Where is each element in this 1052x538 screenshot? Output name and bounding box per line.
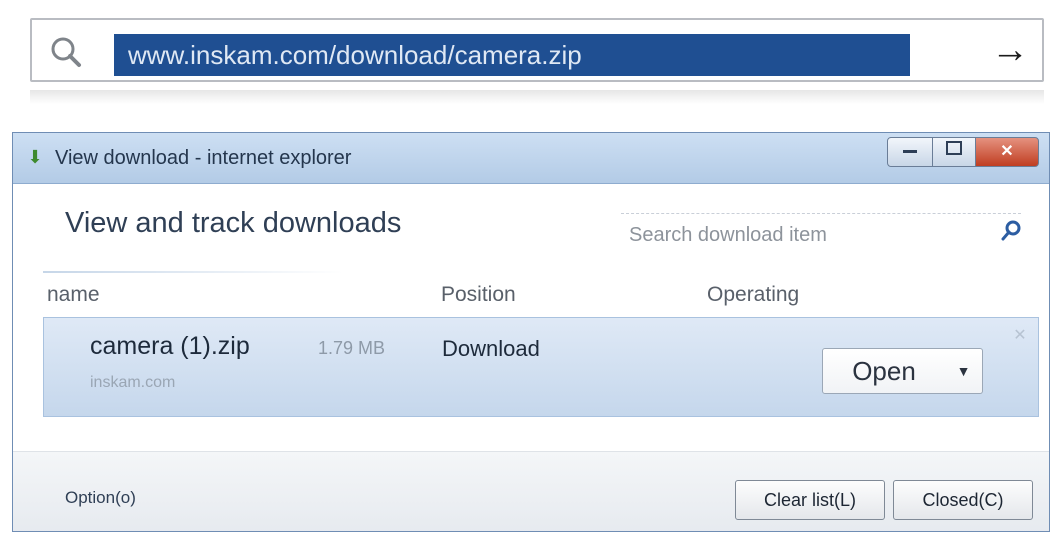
remove-item-icon[interactable]: ✕ xyxy=(1010,326,1030,346)
download-app-icon: ⬇ xyxy=(27,147,43,167)
column-header-operating: Operating xyxy=(707,283,800,306)
close-icon: ✕ xyxy=(1000,143,1014,160)
footer-bar: Option(o) Clear list(L) Closed(C) xyxy=(13,451,1049,531)
heading-divider xyxy=(43,271,343,273)
file-name: camera (1).zip xyxy=(90,332,250,360)
file-source: inskam.com xyxy=(90,374,176,391)
search-downloads-input[interactable]: Search download item xyxy=(621,213,1021,257)
panel-heading: View and track downloads xyxy=(65,207,402,239)
download-window: ⬇ View download - internet explorer ✕ Vi… xyxy=(12,132,1050,532)
close-button[interactable]: Closed(C) xyxy=(893,480,1033,520)
options-link[interactable]: Option(o) xyxy=(65,488,136,508)
window-title: View download - internet explorer xyxy=(55,147,352,169)
maximize-button[interactable] xyxy=(932,137,976,167)
window-close-button[interactable]: ✕ xyxy=(975,137,1039,167)
download-row[interactable]: camera (1).zip inskam.com 1.79 MB Downlo… xyxy=(43,317,1039,417)
minimize-icon xyxy=(903,150,917,153)
search-icon[interactable] xyxy=(997,217,1027,251)
title-bar[interactable]: ⬇ View download - internet explorer ✕ xyxy=(13,133,1049,184)
maximize-icon xyxy=(946,141,962,155)
file-size: 1.79 MB xyxy=(318,338,386,358)
download-status: Download xyxy=(442,336,540,361)
clear-list-button[interactable]: Clear list(L) xyxy=(735,480,885,520)
url-input[interactable]: www.inskam.com/download/camera.zip xyxy=(114,34,910,76)
minimize-button[interactable] xyxy=(887,137,933,167)
search-icon[interactable] xyxy=(48,34,84,70)
column-header-name: name xyxy=(47,283,100,306)
address-bar: www.inskam.com/download/camera.zip → xyxy=(30,18,1044,82)
open-button[interactable]: Open xyxy=(822,348,946,394)
open-options-button[interactable]: ▼ xyxy=(945,348,983,394)
go-arrow-icon[interactable]: → xyxy=(988,28,1032,72)
toolbar-shadow xyxy=(30,90,1044,104)
column-header-position: Position xyxy=(441,283,516,306)
chevron-down-icon: ▼ xyxy=(956,363,971,379)
